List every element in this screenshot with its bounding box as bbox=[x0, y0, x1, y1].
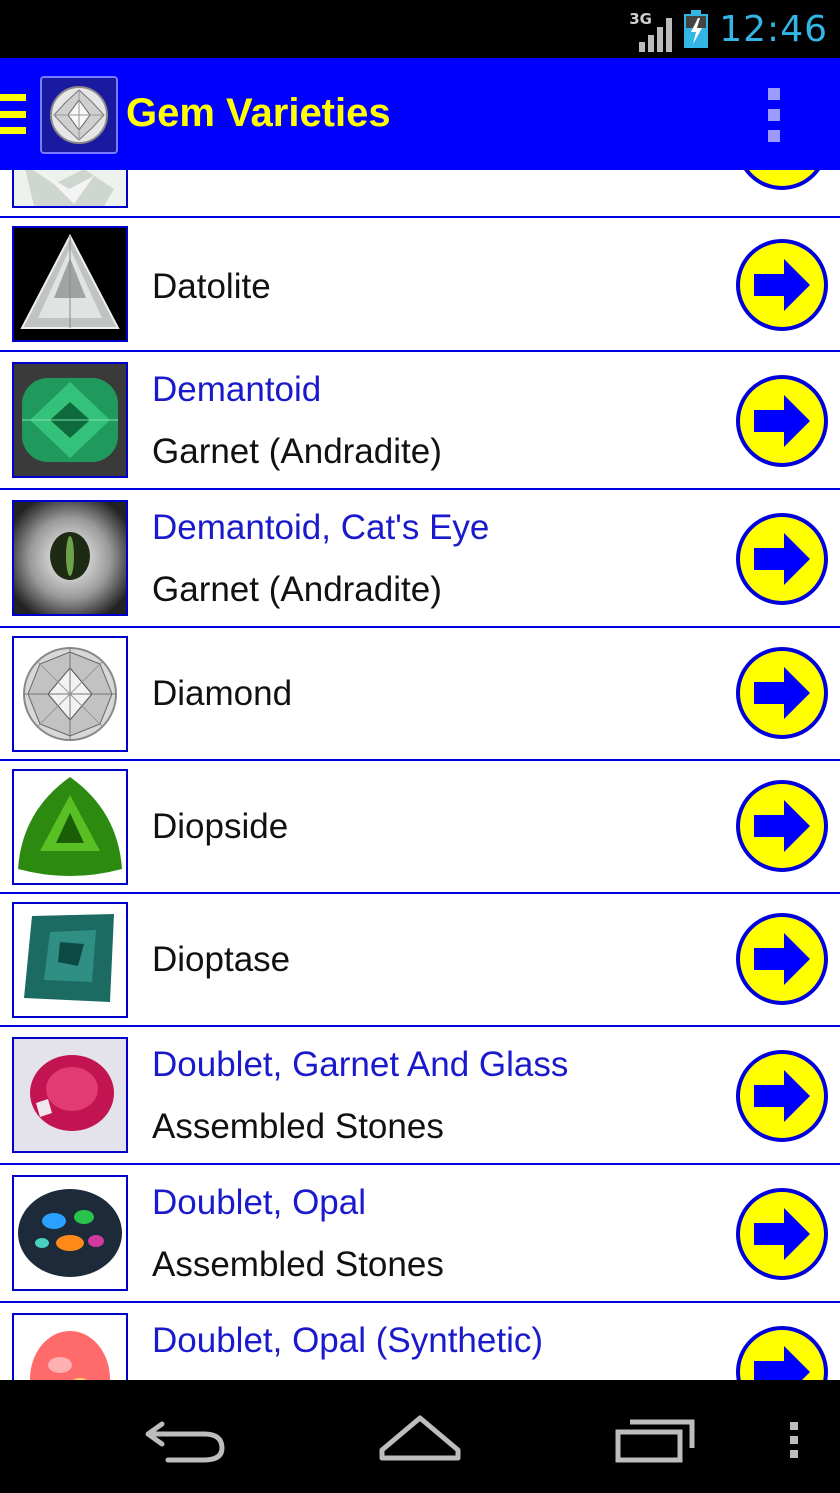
gem-name-link[interactable]: Doublet, Opal (Synthetic) bbox=[152, 1321, 543, 1361]
diamond-logo-icon[interactable] bbox=[40, 76, 118, 154]
arrow-right-circle-icon[interactable] bbox=[734, 237, 830, 333]
gem-category: Assembled Stones bbox=[152, 1107, 444, 1146]
home-icon[interactable] bbox=[376, 1410, 464, 1466]
list-item[interactable]: Doublet, Opal (Synthetic) bbox=[0, 1303, 840, 1380]
gem-thumbnail bbox=[12, 1037, 128, 1153]
list-item[interactable]: Doublet, Opal Assembled Stones bbox=[0, 1165, 840, 1303]
gem-thumbnail bbox=[12, 902, 128, 1018]
list-item[interactable]: Demantoid, Cat's Eye Garnet (Andradite) bbox=[0, 490, 840, 628]
arrow-right-circle-icon[interactable] bbox=[734, 1324, 830, 1380]
page-title: Gem Varieties bbox=[126, 91, 391, 135]
signal-3g-icon: 3G bbox=[629, 6, 673, 52]
list-item[interactable]: Dioptase bbox=[0, 894, 840, 1027]
gem-thumbnail bbox=[12, 362, 128, 478]
list-item[interactable]: Diamond bbox=[0, 628, 840, 761]
navigation-bar bbox=[0, 1380, 840, 1493]
recent-apps-icon[interactable] bbox=[612, 1410, 698, 1466]
list-item[interactable] bbox=[0, 170, 840, 218]
status-bar: 3G 12:46 bbox=[0, 0, 840, 58]
status-icons: 3G 12:46 bbox=[629, 6, 828, 52]
list-item[interactable]: Demantoid Garnet (Andradite) bbox=[0, 352, 840, 490]
arrow-right-circle-icon[interactable] bbox=[734, 170, 830, 192]
app-bar: Gem Varieties bbox=[0, 58, 840, 170]
gem-category: Garnet (Andradite) bbox=[152, 570, 442, 609]
gem-list: Datolite Demantoid Garnet (Andradite) De… bbox=[0, 170, 840, 1380]
gem-thumbnail bbox=[12, 636, 128, 752]
battery-charging-icon bbox=[683, 10, 709, 48]
list-item[interactable]: Datolite bbox=[0, 218, 840, 352]
gem-name-link[interactable]: Demantoid bbox=[152, 370, 321, 410]
gem-thumbnail bbox=[12, 1175, 128, 1291]
arrow-right-circle-icon[interactable] bbox=[734, 511, 830, 607]
arrow-right-circle-icon[interactable] bbox=[734, 778, 830, 874]
gem-thumbnail bbox=[12, 226, 128, 342]
gem-name-link[interactable]: Doublet, Garnet And Glass bbox=[152, 1045, 568, 1085]
overflow-menu-icon[interactable] bbox=[784, 1410, 804, 1466]
arrow-right-circle-icon[interactable] bbox=[734, 1186, 830, 1282]
gem-name-link[interactable]: Demantoid, Cat's Eye bbox=[152, 508, 489, 548]
arrow-right-circle-icon[interactable] bbox=[734, 373, 830, 469]
gem-thumbnail bbox=[12, 170, 128, 208]
gem-name: Datolite bbox=[152, 267, 271, 306]
gem-name: Dioptase bbox=[152, 940, 291, 979]
gem-thumbnail bbox=[12, 769, 128, 885]
arrow-right-circle-icon[interactable] bbox=[734, 1048, 830, 1144]
hamburger-menu-icon[interactable] bbox=[0, 94, 28, 134]
gem-name: Diopside bbox=[152, 807, 289, 846]
gem-thumbnail bbox=[12, 1313, 128, 1380]
gem-name-link[interactable]: Doublet, Opal bbox=[152, 1183, 366, 1223]
list-item[interactable]: Diopside bbox=[0, 761, 840, 894]
back-icon[interactable] bbox=[144, 1410, 230, 1466]
overflow-menu-icon[interactable] bbox=[760, 88, 788, 142]
status-clock: 12:46 bbox=[719, 8, 828, 50]
gem-name: Diamond bbox=[152, 674, 293, 713]
gem-category: Garnet (Andradite) bbox=[152, 432, 442, 471]
arrow-right-circle-icon[interactable] bbox=[734, 911, 830, 1007]
gem-category: Assembled Stones bbox=[152, 1245, 444, 1284]
gem-thumbnail bbox=[12, 500, 128, 616]
list-item[interactable]: Doublet, Garnet And Glass Assembled Ston… bbox=[0, 1027, 840, 1165]
arrow-right-circle-icon[interactable] bbox=[734, 645, 830, 741]
